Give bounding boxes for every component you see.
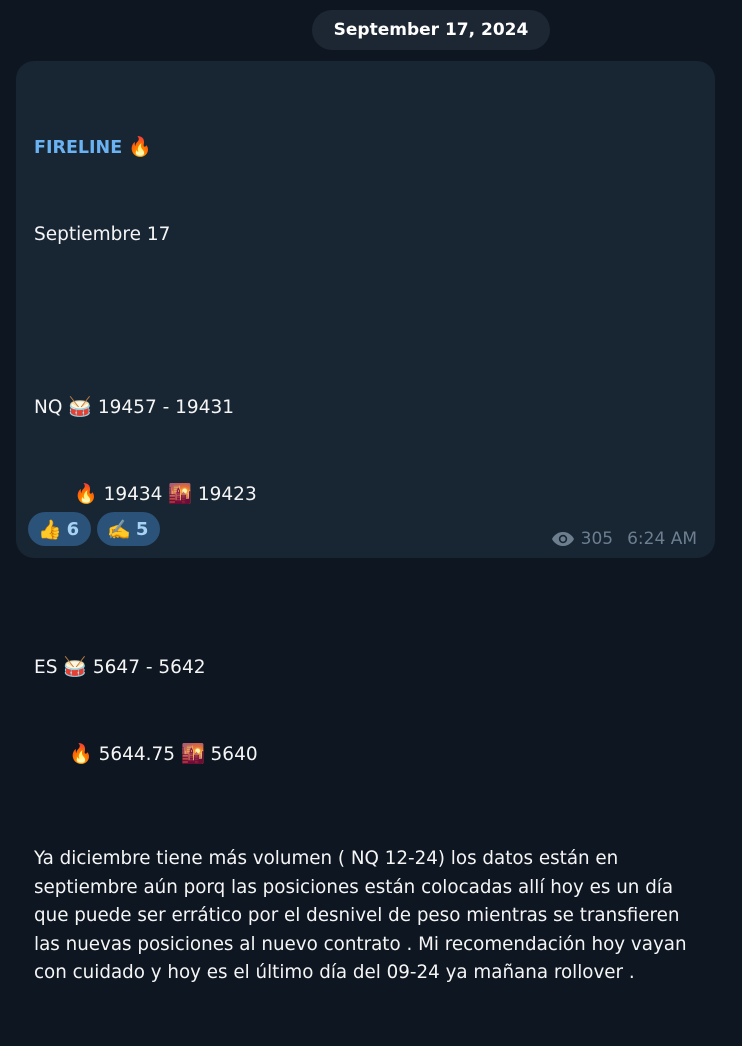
nq-levels-line: 🔥 19434 🌇 19423 — [74, 483, 257, 505]
message-text: FIRELINE 🔥 Septiembre 17 NQ 🥁 19457 - 19… — [34, 75, 701, 1046]
sender-name[interactable]: FIRELINE 🔥 — [34, 133, 701, 162]
date-line: Septiembre 17 — [34, 224, 171, 245]
message-time: 6:24 AM — [627, 529, 697, 549]
drum-icon: 🥁 — [68, 396, 92, 418]
message-paragraph: Ya diciembre tiene más volumen ( NQ 12-2… — [34, 848, 687, 983]
sunrise-icon: 🌇 — [180, 743, 205, 765]
fire-icon: 🔥 — [69, 743, 93, 765]
es-range-line: ES 🥁 5647 - 5642 — [34, 656, 206, 678]
sunrise-icon: 🌇 — [168, 483, 192, 505]
thumbs-up-icon: 👍 — [38, 518, 62, 541]
reaction-writing-hand[interactable]: ✍️ 5 — [97, 512, 161, 546]
message-meta: 305 6:24 AM — [551, 529, 697, 549]
reactions-bar: 👍 6 ✍️ 5 — [28, 512, 161, 546]
nq-range-line: NQ 🥁 19457 - 19431 — [34, 396, 234, 418]
date-separator: September 17, 2024 — [312, 10, 550, 50]
fire-icon: 🔥 — [128, 136, 152, 158]
reaction-count: 5 — [135, 518, 149, 540]
fire-icon: 🔥 — [74, 483, 98, 505]
views-count: 305 — [580, 529, 614, 549]
writing-hand-icon: ✍️ — [107, 518, 131, 541]
drum-icon: 🥁 — [63, 656, 87, 678]
eye-icon — [551, 531, 575, 547]
reaction-thumbs-up[interactable]: 👍 6 — [28, 512, 92, 546]
es-levels-line: 🔥 5644.75 🌇 5640 — [69, 743, 258, 765]
reaction-count: 6 — [66, 518, 80, 540]
message-bubble[interactable]: FIRELINE 🔥 Septiembre 17 NQ 🥁 19457 - 19… — [16, 61, 715, 983]
